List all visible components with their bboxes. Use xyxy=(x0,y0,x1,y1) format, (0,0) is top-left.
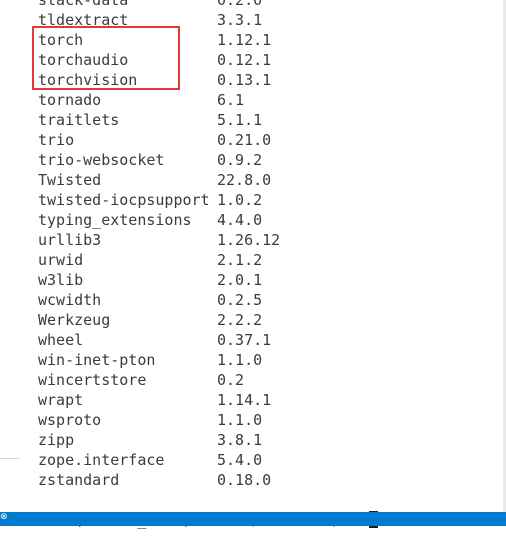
package-name: zstandard xyxy=(38,471,120,489)
package-version: 1.14.1 xyxy=(217,391,272,409)
package-version: 0.2.0 xyxy=(217,0,263,9)
package-version: 1.12.1 xyxy=(217,31,272,49)
package-version: 2.1.2 xyxy=(217,251,263,269)
package-version: 2.2.2 xyxy=(217,311,263,329)
package-name: stack-data xyxy=(38,0,129,9)
status-icon[interactable]: ⊗ xyxy=(0,510,8,524)
package-version: 0.12.1 xyxy=(217,51,272,69)
package-version: 0.13.1 xyxy=(217,71,272,89)
package-name: Twisted xyxy=(38,171,102,189)
package-version: 5.4.0 xyxy=(217,451,263,469)
package-name: wcwidth xyxy=(38,291,102,309)
package-name: trio-websocket xyxy=(38,151,165,169)
package-version: 4.4.0 xyxy=(217,211,263,229)
package-name: zope.interface xyxy=(38,451,165,469)
package-name: tornado xyxy=(38,91,102,109)
highlight-annotation-box xyxy=(32,26,180,90)
package-version: 6.1 xyxy=(217,91,245,109)
package-version: 5.1.1 xyxy=(217,111,263,129)
package-name: wrapt xyxy=(38,391,84,409)
package-version: 1.1.0 xyxy=(217,411,263,429)
package-name: trio xyxy=(38,131,75,149)
terminal-gutter xyxy=(0,458,20,514)
package-name: wheel xyxy=(38,331,84,349)
package-name: typing_extensions xyxy=(38,211,192,229)
package-name: urwid xyxy=(38,251,84,269)
package-version: 0.2 xyxy=(217,371,245,389)
package-name: zipp xyxy=(38,431,75,449)
package-name: traitlets xyxy=(38,111,120,129)
terminal-prompt[interactable]: (create_venv) PS D:\CodeFile\AI> xyxy=(38,490,379,529)
terminal-panel[interactable]: stack-data 0.2.0 tldextract 3.3.1 torch 1.12.… xyxy=(0,0,506,529)
package-name: urllib3 xyxy=(38,231,102,249)
status-bar: ⊗ xyxy=(0,512,506,526)
package-version: 3.3.1 xyxy=(217,11,263,29)
package-version: 3.8.1 xyxy=(217,431,263,449)
package-name: twisted-iocpsupport xyxy=(38,191,210,209)
package-version: 22.8.0 xyxy=(217,171,272,189)
package-version: 1.1.0 xyxy=(217,351,263,369)
package-version: 0.21.0 xyxy=(217,131,272,149)
package-name: wincertstore xyxy=(38,371,147,389)
package-version: 0.18.0 xyxy=(217,471,272,489)
package-name: w3lib xyxy=(38,271,84,289)
package-version: 0.2.5 xyxy=(217,291,263,309)
package-version: 0.37.1 xyxy=(217,331,272,349)
package-version: 1.0.2 xyxy=(217,191,263,209)
package-version: 1.26.12 xyxy=(217,231,281,249)
package-name: wsproto xyxy=(38,411,102,429)
package-version: 2.0.1 xyxy=(217,271,263,289)
package-name: win-inet-pton xyxy=(38,351,156,369)
package-name: Werkzeug xyxy=(38,311,111,329)
package-version: 0.9.2 xyxy=(217,151,263,169)
